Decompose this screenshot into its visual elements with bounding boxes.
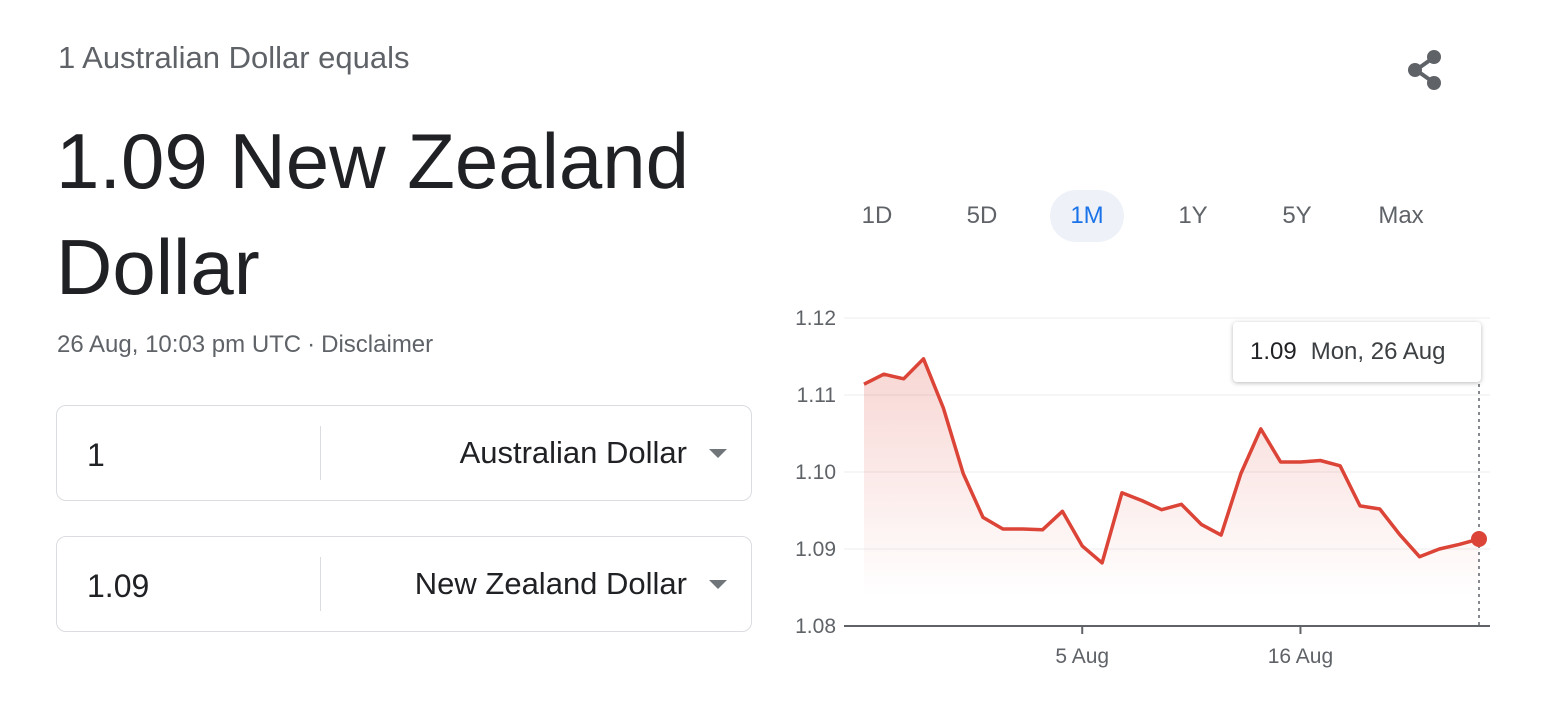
separator-dot: · [307, 331, 316, 358]
tab-max[interactable]: Max [1356, 190, 1446, 242]
tab-1m[interactable]: 1M [1050, 190, 1124, 242]
timestamp: 26 Aug, 10:03 pm UTC [57, 331, 302, 358]
current-point-marker [1471, 530, 1487, 547]
conversion-subtitle: 1 Australian Dollar equals [58, 40, 410, 75]
to-currency-select[interactable]: New Zealand Dollar [415, 562, 727, 606]
to-currency-label: New Zealand Dollar [414, 566, 687, 601]
disclaimer-link[interactable]: Disclaimer [321, 331, 433, 358]
share-button[interactable] [1404, 46, 1452, 94]
timestamp-line: 26 Aug, 10:03 pm UTC · Disclaimer [57, 331, 433, 359]
conversion-result-headline: 1.09 New Zealand Dollar [56, 117, 690, 311]
time-range-tabs: 1D 5D 1M 1Y 5Y Max [836, 190, 1436, 242]
share-icon [1408, 50, 1441, 90]
tab-5y[interactable]: 5Y [1256, 190, 1338, 242]
from-currency-label: Australian Dollar [459, 435, 687, 470]
tab-1y[interactable]: 1Y [1152, 190, 1234, 242]
tab-5d[interactable]: 5D [942, 190, 1022, 242]
from-currency-row: Australian Dollar [56, 405, 752, 501]
x-tick-label: 16 Aug [1268, 645, 1333, 668]
tab-1d[interactable]: 1D [836, 190, 918, 242]
series-area [864, 358, 1479, 596]
y-tick-label: 1.12 [795, 307, 836, 330]
tooltip-date: Mon, 26 Aug [1310, 338, 1446, 365]
y-tick-label: 1.11 [797, 384, 836, 407]
x-tick-label: 5 Aug [1055, 645, 1109, 668]
to-amount-input[interactable] [87, 564, 287, 608]
from-currency-select[interactable]: Australian Dollar [460, 431, 727, 475]
y-tick-label: 1.09 [795, 538, 836, 561]
y-tick-label: 1.10 [795, 461, 836, 484]
from-amount-input[interactable] [87, 433, 287, 477]
chart-tooltip: 1.09 Mon, 26 Aug [1233, 322, 1481, 382]
dropdown-arrow-icon [709, 579, 727, 589]
tooltip-value: 1.09 [1250, 338, 1297, 365]
dropdown-arrow-icon [709, 448, 727, 458]
y-tick-label: 1.08 [795, 615, 836, 638]
divider [320, 557, 321, 611]
to-currency-row: New Zealand Dollar [56, 536, 752, 632]
divider [320, 426, 321, 480]
